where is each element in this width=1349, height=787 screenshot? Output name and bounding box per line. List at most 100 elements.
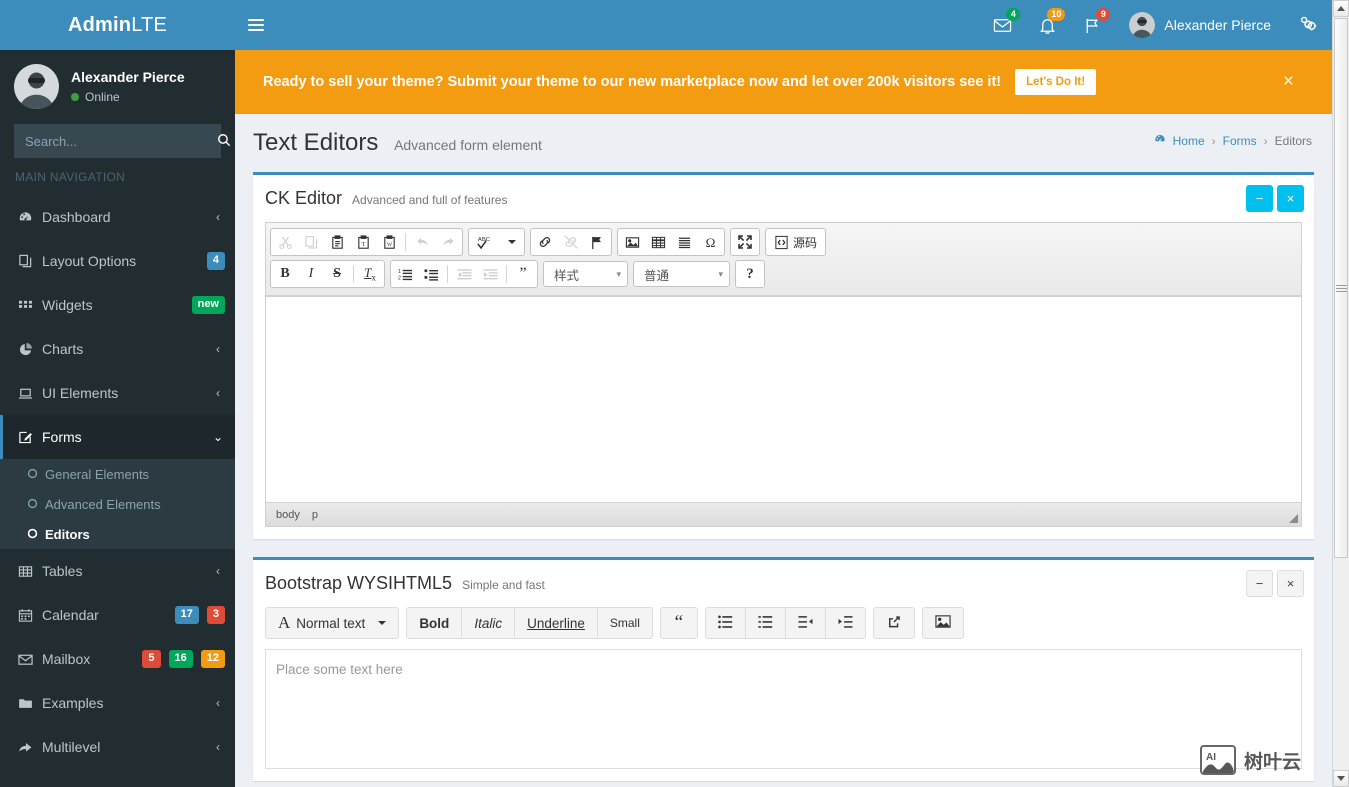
- user-menu[interactable]: Alexander Pierce: [1115, 0, 1285, 50]
- sidebar-user-status: Online: [71, 90, 185, 104]
- outdent-button[interactable]: [785, 607, 826, 639]
- sidebar-item-tables[interactable]: Tables ‹: [0, 549, 235, 593]
- promo-cta-button[interactable]: Let's Do It!: [1015, 69, 1097, 95]
- chevron-left-icon: ‹: [216, 696, 220, 710]
- link-icon[interactable]: [532, 230, 558, 254]
- cut-icon[interactable]: [272, 230, 298, 254]
- app-logo[interactable]: AdminLTE: [0, 0, 235, 50]
- chevron-left-icon: ‹: [216, 386, 220, 400]
- path-item-body[interactable]: body: [276, 509, 300, 521]
- breadcrumb-item-home[interactable]: Home: [1173, 134, 1205, 148]
- bulleted-list-icon[interactable]: [418, 262, 444, 286]
- anchor-icon[interactable]: [584, 230, 610, 254]
- avatar: [1129, 12, 1156, 38]
- control-sidebar-toggle[interactable]: [1285, 0, 1332, 50]
- italic-button[interactable]: Italic: [462, 607, 516, 639]
- sidebar-item-calendar[interactable]: Calendar 17 3: [0, 593, 235, 637]
- numbered-list-icon[interactable]: 12: [392, 262, 418, 286]
- sidebar-item-editors[interactable]: Editors: [0, 519, 235, 549]
- scroll-down-button[interactable]: [1333, 770, 1349, 787]
- ckeditor-toolbar-row-1: T W ABC Ω 源码: [270, 228, 1297, 256]
- ordered-list-button[interactable]: [745, 607, 786, 639]
- image-button[interactable]: [921, 607, 964, 639]
- table-icon[interactable]: [645, 230, 671, 254]
- sidebar-item-charts[interactable]: Charts ‹: [0, 327, 235, 371]
- sidebar-item-examples[interactable]: Examples ‹: [0, 681, 235, 725]
- underline-button[interactable]: Underline: [515, 607, 598, 639]
- notifications-menu[interactable]: 10: [1025, 0, 1070, 50]
- image-group: [921, 607, 964, 639]
- indent-button[interactable]: [825, 607, 866, 639]
- link-button[interactable]: [872, 607, 915, 639]
- italic-icon[interactable]: I: [298, 262, 324, 286]
- path-item-p[interactable]: p: [312, 509, 318, 521]
- sidebar-item-multilevel[interactable]: Multilevel ‹: [0, 725, 235, 769]
- blockquote-button[interactable]: “: [659, 607, 698, 639]
- format-dropdown-button[interactable]: A Normal text: [265, 607, 400, 639]
- remove-button[interactable]: ×: [1277, 570, 1304, 597]
- sidebar-user-panel: Alexander Pierce Online: [0, 50, 235, 122]
- scroll-up-button[interactable]: [1333, 0, 1349, 17]
- calendar-icon: [18, 608, 42, 623]
- outdent-icon[interactable]: [451, 262, 477, 286]
- special-char-icon[interactable]: Ω: [697, 230, 723, 254]
- paste-word-icon[interactable]: W: [376, 230, 402, 254]
- tasks-menu[interactable]: 9: [1070, 0, 1115, 50]
- wysihtml5-editor[interactable]: Place some text here: [265, 649, 1302, 769]
- ckeditor-box: CK Editor Advanced and full of features …: [253, 172, 1314, 539]
- breadcrumb-item-forms[interactable]: Forms: [1223, 134, 1257, 148]
- remove-button[interactable]: ×: [1277, 185, 1304, 212]
- paste-text-icon[interactable]: T: [350, 230, 376, 254]
- format-combo[interactable]: 普通 ▾: [633, 261, 730, 287]
- about-icon[interactable]: ?: [737, 262, 763, 286]
- unlink-icon[interactable]: [558, 230, 584, 254]
- main-header: AdminLTE 4 10 9 Alexander Pierce: [0, 0, 1332, 50]
- sidebar-item-advanced-elements[interactable]: Advanced Elements: [0, 489, 235, 519]
- small-button[interactable]: Small: [597, 607, 653, 639]
- styles-combo[interactable]: 样式 ▾: [543, 261, 628, 287]
- sidebar-item-layout-options[interactable]: Layout Options 4: [0, 239, 235, 283]
- redo-icon[interactable]: [435, 230, 461, 254]
- horizontal-rule-icon[interactable]: [671, 230, 697, 254]
- resize-handle[interactable]: [1289, 514, 1298, 523]
- undo-icon[interactable]: [409, 230, 435, 254]
- sidebar-item-label: UI Elements: [42, 385, 119, 401]
- copy-icon[interactable]: [298, 230, 324, 254]
- sidebar-item-ui-elements[interactable]: UI Elements ‹: [0, 371, 235, 415]
- sidebar-item-mailbox[interactable]: Mailbox 5 16 12: [0, 637, 235, 681]
- page-scrollbar[interactable]: [1332, 0, 1349, 787]
- sidebar-item-dashboard[interactable]: Dashboard ‹: [0, 195, 235, 239]
- grip-icon: [1335, 283, 1347, 294]
- close-icon[interactable]: ×: [1283, 71, 1294, 93]
- search-input[interactable]: [15, 125, 211, 157]
- logo-light: LTE: [131, 14, 167, 36]
- bold-icon[interactable]: B: [272, 262, 298, 286]
- paste-icon[interactable]: [324, 230, 350, 254]
- strike-icon[interactable]: S: [324, 262, 350, 286]
- search-button[interactable]: [211, 125, 235, 157]
- maximize-icon[interactable]: [732, 230, 758, 254]
- wysihtml5-box: Bootstrap WYSIHTML5 Simple and fast − × …: [253, 557, 1314, 781]
- breadcrumb-item-editors: Editors: [1274, 133, 1312, 148]
- sidebar-menu: Dashboard ‹ Layout Options 4 Widgets new: [0, 195, 235, 769]
- collapse-button[interactable]: −: [1246, 570, 1273, 597]
- indent-icon[interactable]: [477, 262, 503, 286]
- unordered-list-button[interactable]: [704, 607, 746, 639]
- scrollbar-thumb[interactable]: [1334, 18, 1348, 558]
- bold-button[interactable]: Bold: [406, 607, 463, 639]
- messages-menu[interactable]: 4: [980, 0, 1025, 50]
- sidebar-item-widgets[interactable]: Widgets new: [0, 283, 235, 327]
- blockquote-icon[interactable]: ”: [510, 262, 536, 286]
- image-icon[interactable]: [619, 230, 645, 254]
- ckeditor-content-area[interactable]: [266, 296, 1301, 502]
- source-icon[interactable]: 源码: [767, 230, 824, 254]
- remove-format-icon[interactable]: Tx: [357, 262, 383, 286]
- spellcheck-icon[interactable]: ABC: [470, 230, 523, 254]
- collapse-button[interactable]: −: [1246, 185, 1273, 212]
- envelope-icon: [18, 652, 42, 667]
- sidebar-item-forms[interactable]: Forms ⌄: [0, 415, 235, 459]
- sidebar-item-general-elements[interactable]: General Elements: [0, 459, 235, 489]
- ckeditor-box-title: CK Editor Advanced and full of features: [265, 188, 507, 209]
- sidebar-toggle-button[interactable]: [235, 0, 277, 50]
- basic-styles-group: B I S Tx: [270, 260, 385, 288]
